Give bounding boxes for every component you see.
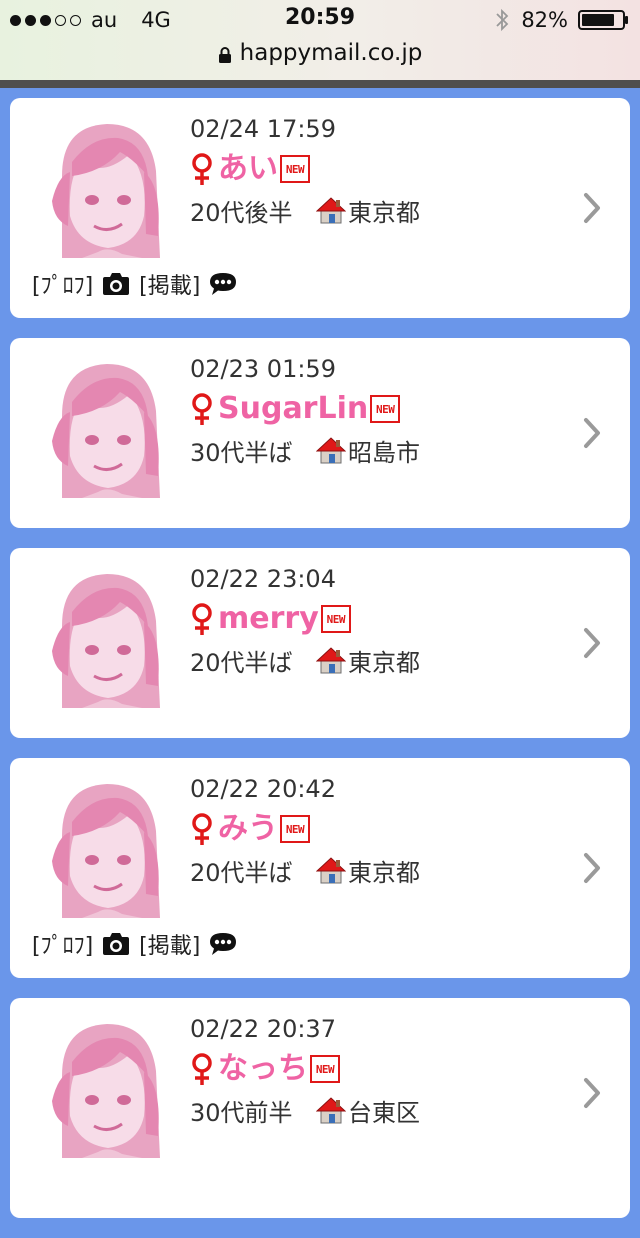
female-symbol-icon — [190, 602, 214, 636]
post-datetime: 02/22 20:37 — [190, 1015, 336, 1043]
female-symbol-icon — [190, 1052, 214, 1086]
bluetooth-icon — [493, 8, 511, 32]
lock-icon — [218, 44, 232, 63]
location: 東京都 — [348, 858, 420, 887]
card-extras: [ﾌﾟﾛﾌ] [掲載] — [32, 928, 238, 960]
status-bar-right: 82% — [493, 6, 630, 34]
card-info: 02/22 23:04 merry NEW 20代半ば 東京都 — [190, 564, 570, 678]
card-info: 02/24 17:59 あい NEW 20代後半 東京都 — [190, 114, 570, 228]
url-text: happymail.co.jp — [239, 40, 423, 66]
user-name: SugarLin — [218, 391, 369, 426]
post-datetime: 02/24 17:59 — [190, 115, 336, 143]
profile-summary: 20代半ば 東京都 — [190, 642, 570, 678]
user-card[interactable]: 02/22 23:04 merry NEW 20代半ば 東京都 — [10, 548, 630, 738]
name-row: あい NEW — [190, 148, 570, 190]
user-list: 02/24 17:59 あい NEW 20代後半 東京都 [ﾌﾟﾛﾌ] [掲載]… — [10, 98, 630, 1238]
new-badge: NEW — [310, 1055, 340, 1083]
user-name: みう — [218, 811, 278, 846]
chevron-right-icon[interactable] — [582, 192, 602, 224]
user-name: なっち — [218, 1051, 308, 1086]
location: 東京都 — [348, 198, 420, 227]
new-badge: NEW — [280, 155, 310, 183]
user-card[interactable]: 02/24 17:59 あい NEW 20代後半 東京都 [ﾌﾟﾛﾌ] [掲載] — [10, 98, 630, 318]
female-avatar-icon — [32, 356, 170, 498]
house-icon — [315, 435, 347, 465]
card-extras: [ﾌﾟﾛﾌ] [掲載] — [32, 268, 238, 300]
camera-icon[interactable] — [101, 931, 131, 957]
post-datetime: 02/23 01:59 — [190, 355, 336, 383]
female-symbol-icon — [190, 812, 214, 846]
user-card[interactable]: 02/23 01:59 SugarLin NEW 30代半ば 昭島市 — [10, 338, 630, 528]
post-datetime: 02/22 23:04 — [190, 565, 336, 593]
house-icon — [315, 195, 347, 225]
user-name: merry — [218, 601, 319, 636]
profile-summary: 30代前半 台東区 — [190, 1092, 570, 1128]
location: 昭島市 — [348, 438, 420, 467]
card-info: 02/22 20:42 みう NEW 20代半ば 東京都 — [190, 774, 570, 888]
female-symbol-icon — [190, 152, 214, 186]
battery-percent: 82% — [521, 8, 568, 32]
female-symbol-icon — [190, 392, 214, 426]
chevron-right-icon[interactable] — [582, 852, 602, 884]
card-info: 02/23 01:59 SugarLin NEW 30代半ば 昭島市 — [190, 354, 570, 468]
chevron-right-icon[interactable] — [582, 627, 602, 659]
age-range: 20代半ば — [190, 858, 293, 887]
name-row: SugarLin NEW — [190, 388, 570, 430]
new-badge: NEW — [320, 605, 351, 633]
posting-link[interactable]: [掲載] — [139, 928, 200, 960]
speech-bubble-icon[interactable] — [208, 271, 238, 297]
status-bar: au 4G 20:59 82% happymail.co.jp — [0, 0, 640, 88]
female-avatar-icon — [32, 566, 170, 708]
name-row: merry NEW — [190, 598, 570, 640]
card-info: 02/22 20:37 なっち NEW 30代前半 台東区 — [190, 1014, 570, 1128]
female-avatar-icon — [32, 1016, 170, 1158]
user-card[interactable]: 02/22 20:42 みう NEW 20代半ば 東京都 [ﾌﾟﾛﾌ] [掲載] — [10, 758, 630, 978]
location: 東京都 — [348, 648, 420, 677]
address-bar[interactable]: happymail.co.jp — [0, 40, 640, 66]
age-range: 30代半ば — [190, 438, 293, 467]
age-range: 20代半ば — [190, 648, 293, 677]
name-row: みう NEW — [190, 808, 570, 850]
profile-summary: 20代後半 東京都 — [190, 192, 570, 228]
house-icon — [315, 645, 347, 675]
new-badge: NEW — [370, 395, 401, 423]
female-avatar-icon — [32, 116, 170, 258]
location: 台東区 — [348, 1098, 420, 1127]
name-row: なっち NEW — [190, 1048, 570, 1090]
post-datetime: 02/22 20:42 — [190, 775, 336, 803]
posting-link[interactable]: [掲載] — [139, 268, 200, 300]
profile-summary: 30代半ば 昭島市 — [190, 432, 570, 468]
user-name: あい — [218, 151, 278, 186]
battery-icon — [578, 10, 630, 30]
female-avatar-icon — [32, 776, 170, 918]
chevron-right-icon[interactable] — [582, 1077, 602, 1109]
profile-link[interactable]: [ﾌﾟﾛﾌ] — [32, 928, 93, 960]
house-icon — [315, 1095, 347, 1125]
user-card[interactable]: 02/22 20:37 なっち NEW 30代前半 台東区 — [10, 998, 630, 1218]
profile-summary: 20代半ば 東京都 — [190, 852, 570, 888]
camera-icon[interactable] — [101, 271, 131, 297]
profile-link[interactable]: [ﾌﾟﾛﾌ] — [32, 268, 93, 300]
house-icon — [315, 855, 347, 885]
new-badge: NEW — [280, 815, 310, 843]
age-range: 20代後半 — [190, 198, 293, 227]
chevron-right-icon[interactable] — [582, 417, 602, 449]
speech-bubble-icon[interactable] — [208, 931, 238, 957]
age-range: 30代前半 — [190, 1098, 293, 1127]
